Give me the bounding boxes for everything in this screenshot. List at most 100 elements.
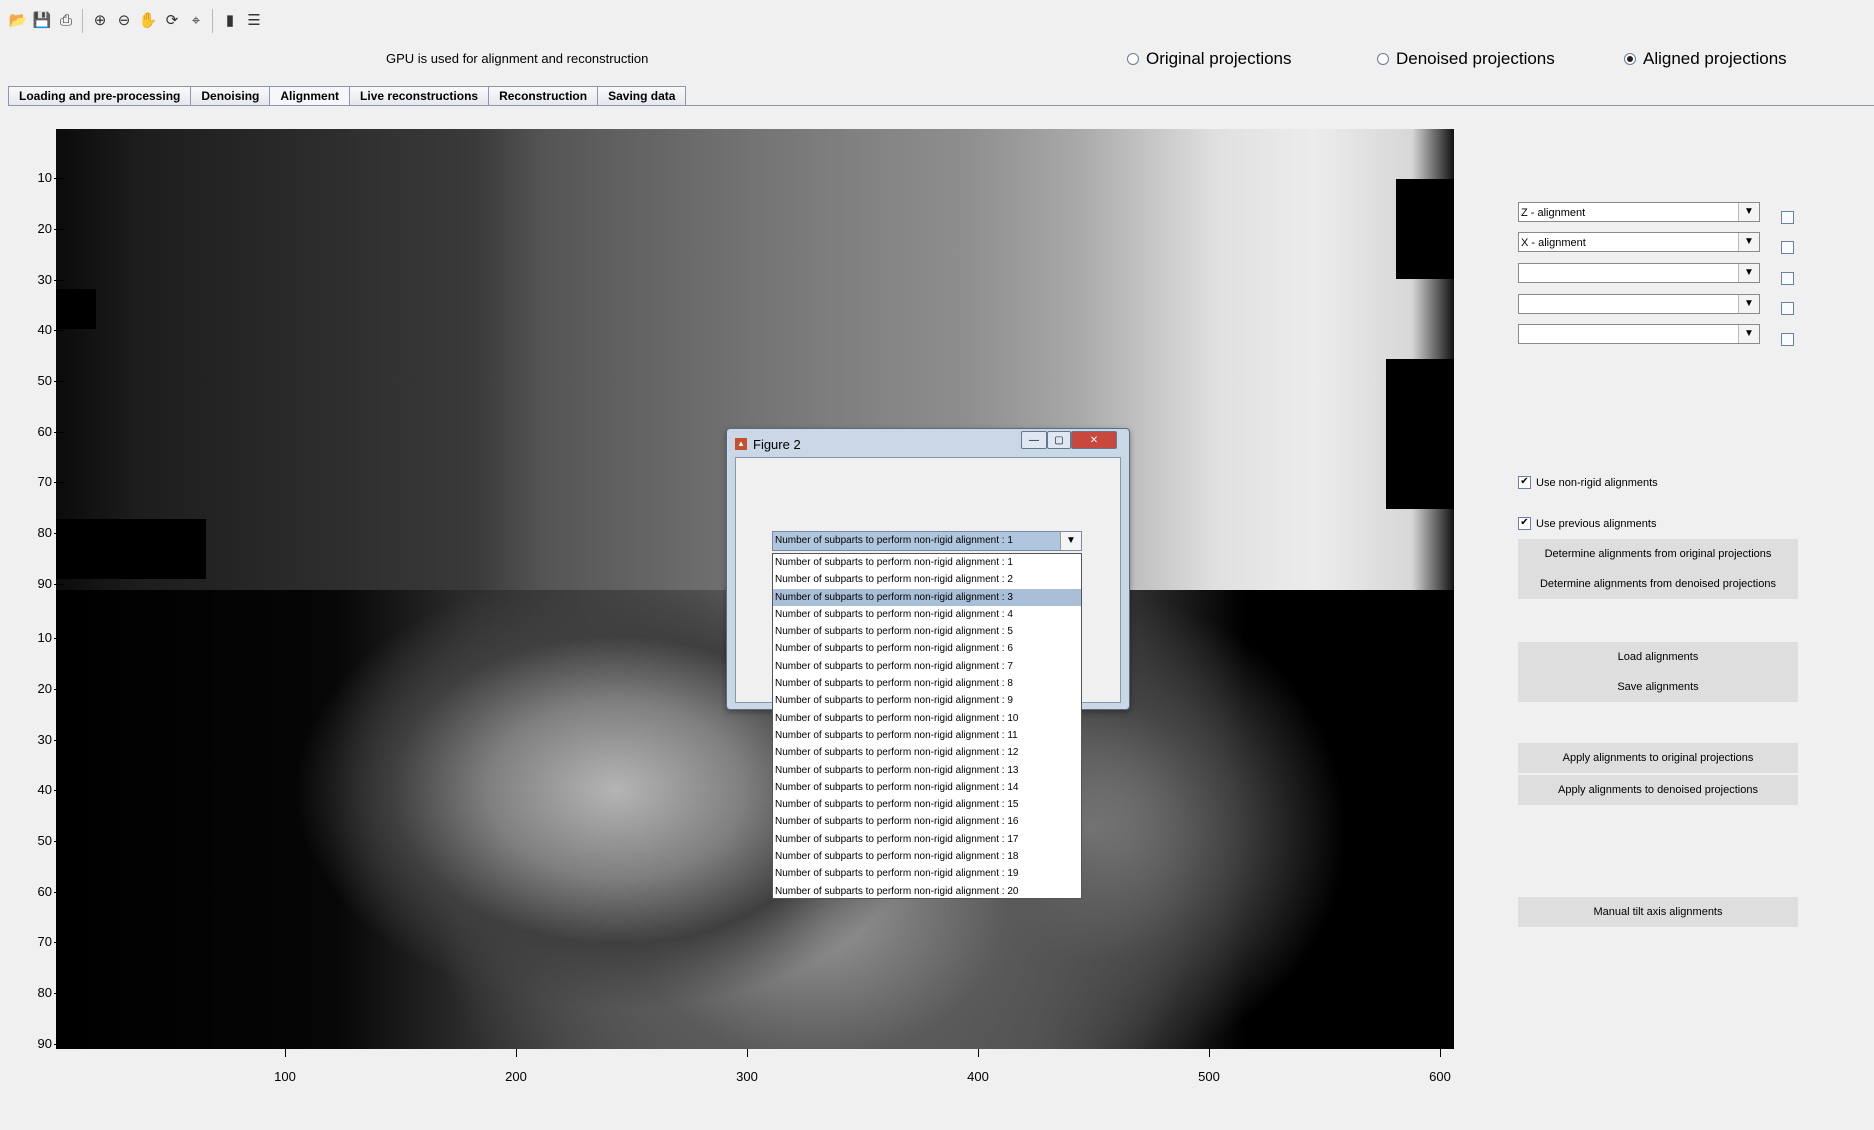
- load-alignments-button[interactable]: Load alignments: [1518, 642, 1798, 672]
- dropdown-option[interactable]: Number of subparts to perform non-rigid …: [773, 727, 1081, 744]
- pan-icon[interactable]: ✋: [138, 10, 158, 30]
- alignment-type-select-4[interactable]: ▼: [1518, 294, 1760, 314]
- radio-label: Aligned projections: [1643, 49, 1787, 68]
- chevron-down-icon[interactable]: ▼: [1060, 532, 1081, 550]
- close-icon[interactable]: ✕: [1071, 431, 1117, 449]
- alignment-enable-checkbox-4[interactable]: [1781, 302, 1794, 315]
- dropdown-option[interactable]: Number of subparts to perform non-rigid …: [773, 865, 1081, 882]
- apply-original-button[interactable]: Apply alignments to original projections: [1518, 743, 1798, 773]
- dropdown-option[interactable]: Number of subparts to perform non-rigid …: [773, 848, 1081, 865]
- chevron-down-icon[interactable]: ▼: [1738, 325, 1759, 343]
- tab-denoising[interactable]: Denoising: [190, 86, 271, 105]
- subparts-select[interactable]: Number of subparts to perform non-rigid …: [772, 531, 1082, 551]
- radio-aligned-projections[interactable]: Aligned projections: [1624, 49, 1787, 69]
- alignment-type-select-2[interactable]: X - alignment ▼: [1518, 232, 1760, 252]
- alignment-enable-checkbox-1[interactable]: [1781, 211, 1794, 224]
- alignment-type-select-5[interactable]: ▼: [1518, 324, 1760, 344]
- x-tick-label: 100: [274, 1069, 296, 1084]
- determine-denoised-button[interactable]: Determine alignments from denoised proje…: [1518, 569, 1798, 599]
- dropdown-option[interactable]: Number of subparts to perform non-rigid …: [773, 658, 1081, 675]
- alignment-enable-checkbox-3[interactable]: [1781, 272, 1794, 285]
- use-previous-checkbox[interactable]: ✔ Use previous alignments: [1518, 517, 1656, 530]
- rotate-icon[interactable]: ⟳: [162, 10, 182, 30]
- dropdown-option[interactable]: Number of subparts to perform non-rigid …: [773, 692, 1081, 709]
- tab-loading[interactable]: Loading and pre-processing: [8, 86, 192, 105]
- dropdown-option[interactable]: Number of subparts to perform non-rigid …: [773, 779, 1081, 796]
- alignment-enable-checkbox-5[interactable]: [1781, 333, 1794, 346]
- dropdown-option[interactable]: Number of subparts to perform non-rigid …: [773, 588, 1081, 606]
- colorbar-icon[interactable]: ▮: [220, 10, 240, 30]
- dark-edge-region: [1396, 179, 1454, 279]
- subparts-dropdown-list: Number of subparts to perform non-rigid …: [772, 553, 1082, 899]
- data-cursor-icon[interactable]: ⌖: [186, 10, 206, 30]
- main-tabs: Loading and pre-processing Denoising Ali…: [8, 86, 687, 106]
- check-icon: ✔: [1518, 476, 1531, 489]
- legend-icon[interactable]: ☰: [244, 10, 264, 30]
- dropdown-option[interactable]: Number of subparts to perform non-rigid …: [773, 606, 1081, 623]
- checkbox-label: Use previous alignments: [1536, 517, 1657, 530]
- radio-original-projections[interactable]: Original projections: [1127, 49, 1292, 69]
- save-alignments-button[interactable]: Save alignments: [1518, 672, 1798, 702]
- y-tick-label: 90: [10, 1036, 64, 1051]
- y-tick-label: 40: [10, 782, 64, 797]
- chevron-down-icon[interactable]: ▼: [1738, 264, 1759, 282]
- x-tick-label: 300: [736, 1069, 758, 1084]
- matlab-logo-icon: ▲: [735, 438, 747, 450]
- select-value: Z - alignment: [1521, 207, 1586, 219]
- tab-live-reconstructions[interactable]: Live reconstructions: [349, 86, 490, 105]
- chevron-down-icon[interactable]: ▼: [1738, 295, 1759, 313]
- open-icon[interactable]: 📂: [8, 10, 28, 30]
- dropdown-option[interactable]: Number of subparts to perform non-rigid …: [773, 796, 1081, 813]
- x-tick-mark: [1209, 1049, 1210, 1057]
- dropdown-option[interactable]: Number of subparts to perform non-rigid …: [773, 813, 1081, 830]
- zoom-in-icon[interactable]: ⊕: [90, 10, 110, 30]
- chevron-down-icon[interactable]: ▼: [1738, 233, 1759, 251]
- y-tick-label: 70: [10, 474, 64, 489]
- y-tick-label: 20: [10, 221, 64, 236]
- dropdown-option[interactable]: Number of subparts to perform non-rigid …: [773, 762, 1081, 779]
- dropdown-option[interactable]: Number of subparts to perform non-rigid …: [773, 831, 1081, 848]
- apply-denoised-button[interactable]: Apply alignments to denoised projections: [1518, 775, 1798, 805]
- tab-reconstruction[interactable]: Reconstruction: [488, 86, 599, 105]
- dark-edge-region: [56, 519, 206, 579]
- use-non-rigid-checkbox[interactable]: ✔ Use non-rigid alignments: [1518, 476, 1658, 489]
- dropdown-option[interactable]: Number of subparts to perform non-rigid …: [773, 554, 1081, 571]
- alignment-type-select-1[interactable]: Z - alignment ▼: [1518, 202, 1760, 222]
- select-value: X - alignment: [1521, 237, 1586, 249]
- y-tick-label: 30: [10, 732, 64, 747]
- print-icon[interactable]: ⎙: [56, 10, 76, 30]
- y-tick-label: 60: [10, 884, 64, 899]
- x-tick-mark: [516, 1049, 517, 1057]
- x-tick-mark: [285, 1049, 286, 1057]
- dropdown-option[interactable]: Number of subparts to perform non-rigid …: [773, 571, 1081, 588]
- x-tick-mark: [747, 1049, 748, 1057]
- y-tick-label: 90: [10, 576, 64, 591]
- dialog-title-bar[interactable]: ▲ Figure 2: [735, 433, 801, 455]
- dropdown-option[interactable]: Number of subparts to perform non-rigid …: [773, 640, 1081, 657]
- figure-toolbar: 📂 💾 ⎙ ⊕ ⊖ ✋ ⟳ ⌖ ▮ ☰: [0, 0, 1874, 40]
- alignment-enable-checkbox-2[interactable]: [1781, 241, 1794, 254]
- tab-alignment[interactable]: Alignment: [269, 86, 351, 106]
- x-tick-label: 200: [505, 1069, 527, 1084]
- x-tick-mark: [978, 1049, 979, 1057]
- tab-saving-data[interactable]: Saving data: [597, 86, 687, 105]
- save-icon[interactable]: 💾: [32, 10, 52, 30]
- alignment-type-select-3[interactable]: ▼: [1518, 263, 1760, 283]
- y-tick-label: 80: [10, 525, 64, 540]
- determine-original-button[interactable]: Determine alignments from original proje…: [1518, 539, 1798, 569]
- zoom-out-icon[interactable]: ⊖: [114, 10, 134, 30]
- dropdown-option[interactable]: Number of subparts to perform non-rigid …: [773, 883, 1081, 900]
- tab-divider: [8, 105, 1874, 106]
- manual-tilt-button[interactable]: Manual tilt axis alignments: [1518, 897, 1798, 927]
- dropdown-option[interactable]: Number of subparts to perform non-rigid …: [773, 675, 1081, 692]
- x-tick-label: 500: [1198, 1069, 1220, 1084]
- y-tick-label: 50: [10, 373, 64, 388]
- radio-denoised-projections[interactable]: Denoised projections: [1377, 49, 1555, 69]
- minimize-icon[interactable]: —: [1021, 431, 1047, 449]
- dropdown-option[interactable]: Number of subparts to perform non-rigid …: [773, 623, 1081, 640]
- dropdown-option[interactable]: Number of subparts to perform non-rigid …: [773, 744, 1081, 761]
- chevron-down-icon[interactable]: ▼: [1738, 203, 1759, 221]
- maximize-icon[interactable]: ▢: [1047, 431, 1071, 449]
- dropdown-option[interactable]: Number of subparts to perform non-rigid …: [773, 710, 1081, 727]
- radio-label: Original projections: [1146, 49, 1292, 68]
